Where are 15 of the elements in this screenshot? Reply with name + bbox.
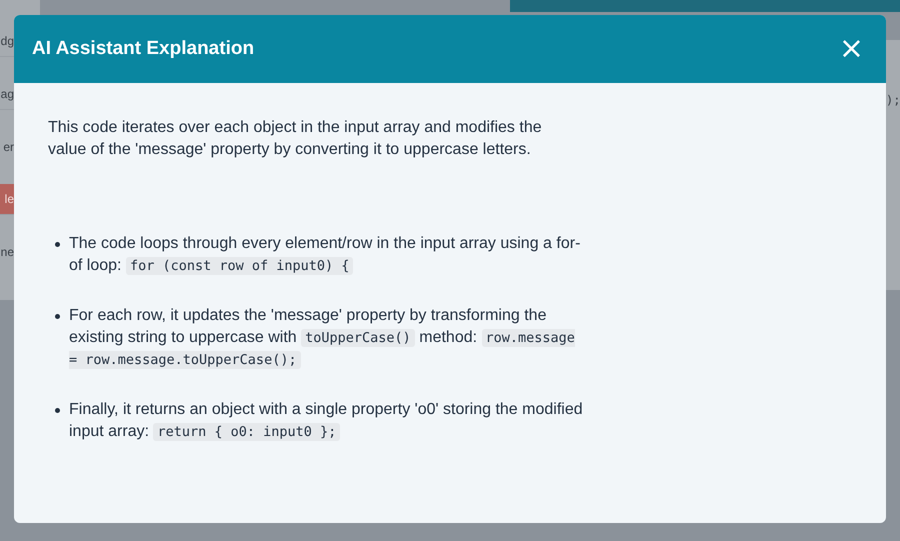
bullet-text: The code loops through every element/row in the input array using a for-of loop: for (const row of input0) {	[69, 234, 582, 277]
close-button[interactable]: ×	[834, 34, 868, 64]
bullet-icon	[55, 242, 60, 247]
bullet-text: For each row, it updates the 'message' property by transforming the existing string to uppercase with toUpperCase() method: row.message = row.message.toUpperCase();	[69, 306, 576, 371]
dialog-title: AI Assistant Explanation	[32, 38, 254, 60]
explanation-paragraph: This code iterates over each object in the input array and modifies the value of the 'message' property by converting it to uppercase letters.	[48, 118, 543, 160]
bullet-icon	[55, 314, 60, 319]
cut-off-code-text: );	[886, 93, 900, 107]
cut-off-text: ag	[0, 87, 14, 101]
cut-off-text: ne	[0, 245, 14, 259]
cut-off-text: dg	[0, 34, 14, 48]
cut-off-text: er	[3, 140, 14, 154]
bullet-icon	[55, 408, 60, 413]
bullet-text: Finally, it returns an object with a single property 'o0' storing the modified input array: return { o0: input0 };	[69, 400, 584, 443]
cut-off-text: le	[4, 192, 14, 206]
